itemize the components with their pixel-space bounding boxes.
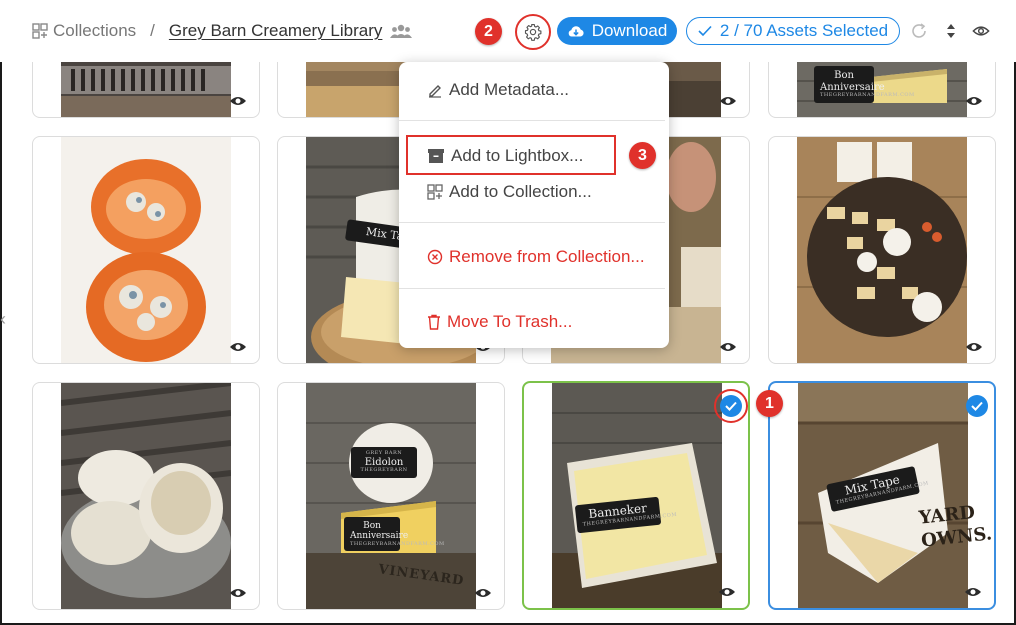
asset-thumbnail [552, 383, 722, 608]
checkmark-icon [698, 25, 712, 37]
menu-item-move-to-trash[interactable]: Move To Trash... [427, 310, 572, 334]
visibility-eye-icon[interactable] [972, 22, 990, 40]
download-button[interactable]: Download [557, 17, 677, 45]
menu-item-remove-from-collection[interactable]: Remove from Collection... [427, 245, 645, 269]
sort-icon[interactable] [942, 22, 960, 40]
cheese-label: Bon Anniversaire THEGREYBARNANDFARM.COM [814, 66, 914, 103]
breadcrumb-library-link[interactable]: Grey Barn Creamery Library [169, 21, 383, 41]
refresh-icon[interactable] [910, 22, 928, 40]
menu-divider [399, 288, 665, 289]
circle-x-icon [427, 249, 443, 265]
cloud-download-icon [568, 26, 584, 37]
toolbar-header: Collections / Grey Barn Creamery Library… [0, 0, 1016, 62]
asset-card-roasted-squash[interactable] [32, 136, 260, 364]
gear-icon [524, 23, 542, 41]
preview-eye-icon[interactable] [965, 95, 983, 107]
menu-item-add-metadata[interactable]: Add Metadata... [427, 78, 569, 102]
menu-divider [399, 222, 665, 223]
breadcrumb: Collections / Grey Barn Creamery Library [32, 18, 413, 44]
preview-eye-icon[interactable] [719, 341, 737, 353]
asset-card-banneker[interactable]: Banneker THEGREYBARNANDFARM.COM [522, 381, 750, 610]
shared-users-icon [390, 24, 413, 38]
annotation-badge-2: 2 [475, 18, 502, 45]
annotation-badge-1: 1 [756, 390, 783, 417]
breadcrumb-separator: / [150, 21, 155, 40]
asset-card-goat-cheese-rounds[interactable] [32, 382, 260, 610]
menu-divider [399, 120, 665, 121]
asset-thumbnail [61, 137, 231, 363]
crate-text: YARD OWNS. [917, 501, 994, 552]
menu-item-add-to-collection[interactable]: Add to Collection... [427, 180, 592, 204]
asset-card-eidolon-bon-anniversaire[interactable]: GREY BARN Eidolon THEGREYBARN Bon Anniversa… [277, 382, 505, 610]
scroll-left-chevron-icon[interactable]: ‹ [0, 309, 6, 330]
preview-eye-icon[interactable] [964, 586, 982, 598]
asset-card-cheese-board[interactable] [768, 136, 996, 364]
cheese-label: Bon Anniversaire THEGREYBARNANDFARM.COM [344, 517, 444, 552]
preview-eye-icon[interactable] [965, 341, 983, 353]
preview-eye-icon[interactable] [718, 586, 736, 598]
annotation-highlight-box [406, 135, 616, 175]
preview-eye-icon[interactable] [229, 587, 247, 599]
collections-grid-icon [32, 23, 48, 39]
assets-selected-button[interactable]: 2 / 70 Assets Selected [686, 17, 900, 45]
asset-thumbnail [797, 137, 967, 363]
preview-eye-icon[interactable] [229, 95, 247, 107]
selected-check-icon[interactable] [966, 395, 988, 417]
preview-eye-icon[interactable] [229, 341, 247, 353]
actions-dropdown-menu: Add Metadata... Add to Lightbox... Add t… [399, 62, 669, 348]
preview-eye-icon[interactable] [474, 587, 492, 599]
pencil-icon [429, 85, 441, 98]
asset-card-mix-tape-crate[interactable]: YARD OWNS. Mix Tape THEGREYBARNANDFARM.COM [768, 381, 996, 610]
collection-grid-icon [427, 184, 443, 200]
asset-thumbnail [61, 383, 231, 609]
actions-gear-button[interactable] [515, 14, 551, 50]
annotation-ring [714, 389, 748, 423]
breadcrumb-collections-link[interactable]: Collections [53, 21, 136, 41]
preview-eye-icon[interactable] [719, 95, 737, 107]
cheese-label: GREY BARN Eidolon THEGREYBARN [351, 447, 417, 478]
annotation-badge-3: 3 [629, 142, 656, 169]
trash-icon [428, 314, 440, 330]
